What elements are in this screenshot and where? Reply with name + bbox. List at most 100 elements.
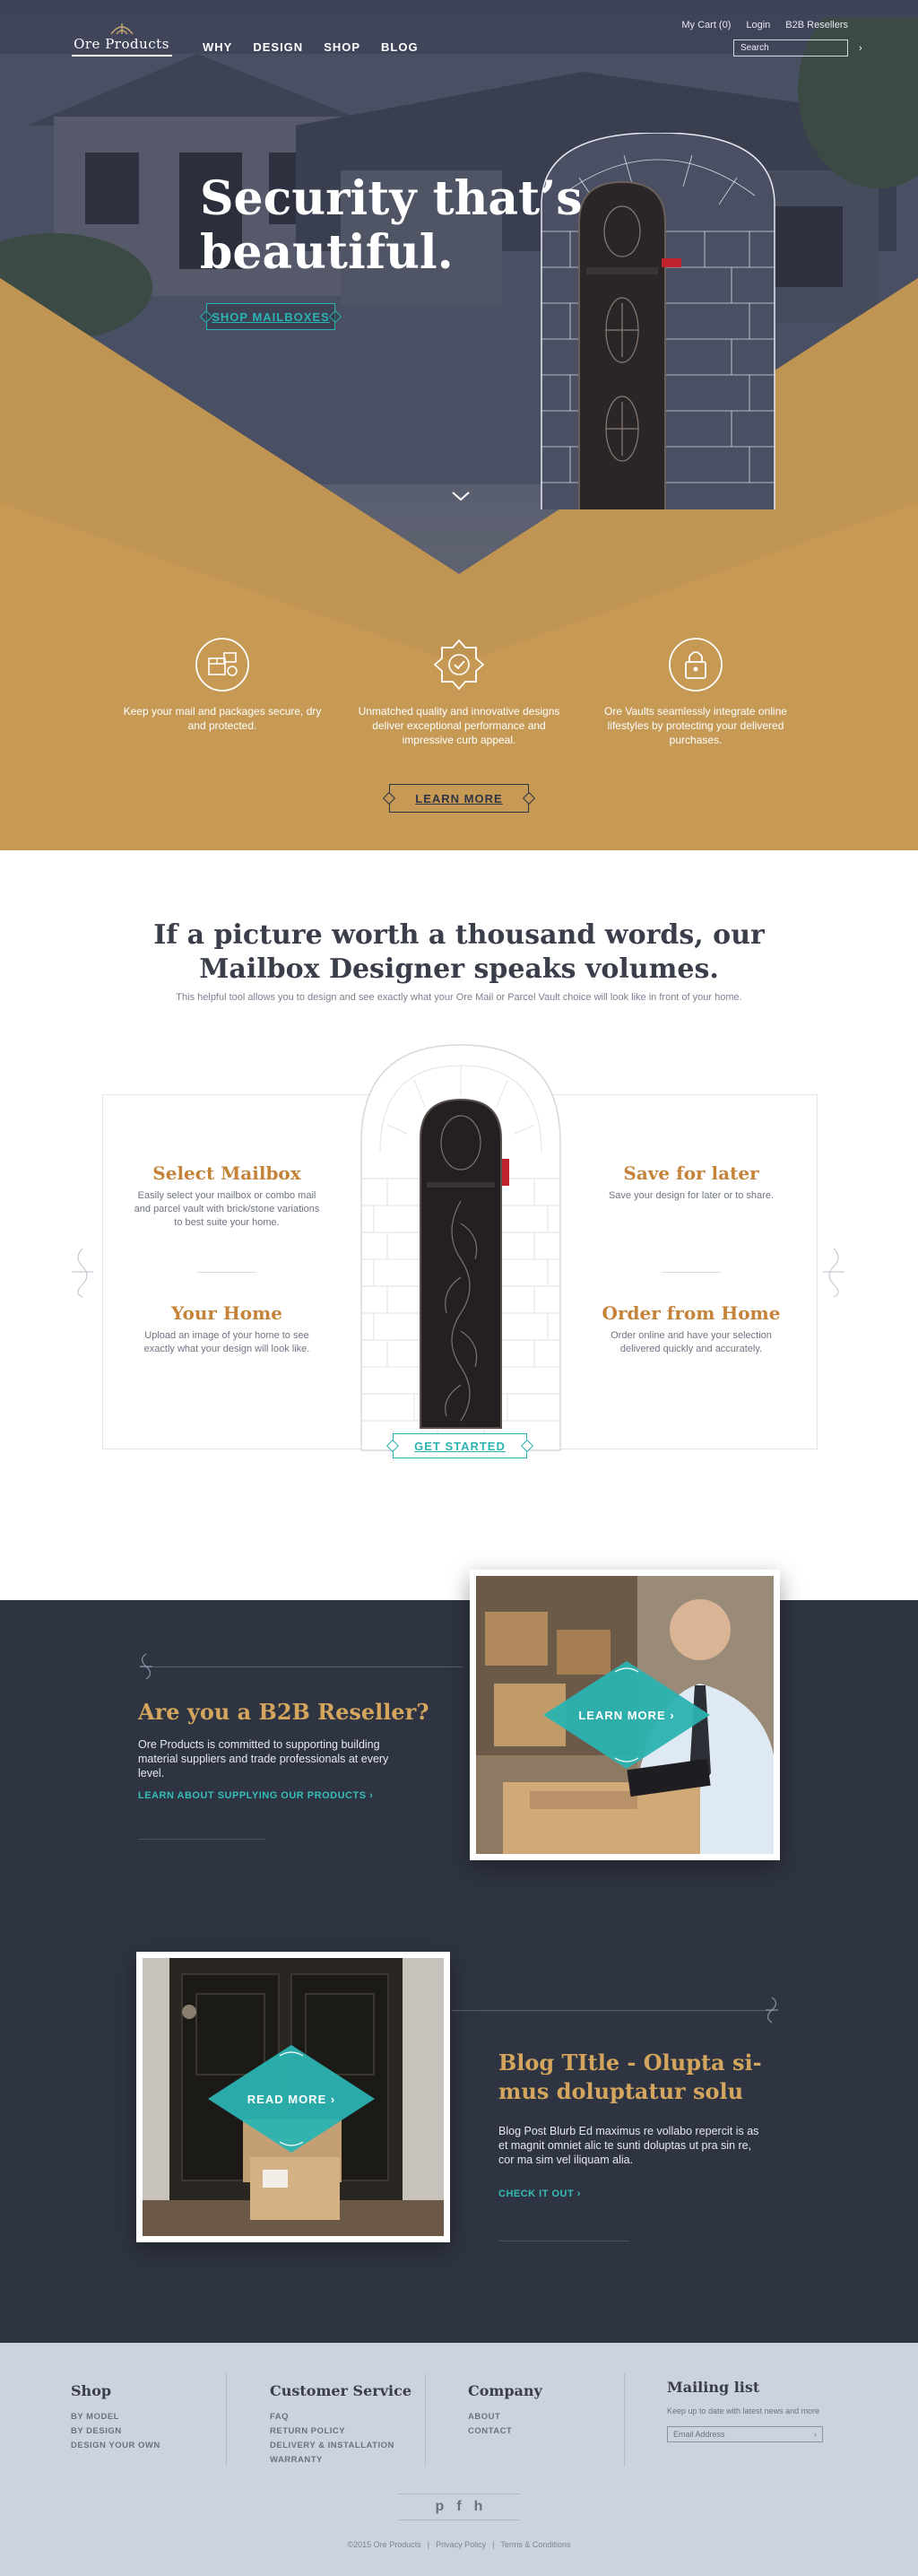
read-more-diamond[interactable]: READ MORE ›: [208, 2045, 375, 2153]
b2b-title: Are you a B2B Reseller?: [138, 1699, 429, 1725]
email-field[interactable]: [673, 2430, 814, 2439]
blog-top-rule: [452, 2010, 775, 2011]
blog-title-line2: mus doluptatur solu: [498, 2078, 744, 2104]
read-more-label: READ MORE ›: [247, 2092, 336, 2106]
footer-shop-title: Shop: [71, 2382, 112, 2399]
b2b-body: Ore Products is committed to supporting …: [138, 1738, 389, 1780]
nav-why[interactable]: WHY: [203, 40, 232, 54]
footer-mailing-column: Mailing list Keep up to date with latest…: [667, 2379, 823, 2442]
privacy-policy-link[interactable]: Privacy Policy: [436, 2540, 486, 2549]
mailbox-package-icon: [195, 638, 249, 692]
chevron-right-icon[interactable]: ›: [814, 2430, 817, 2439]
footer-service-column: Customer Service FAQ RETURN POLICY DELIV…: [270, 2382, 411, 2467]
utility-nav: My Cart (0) Login B2B Resellers: [681, 20, 848, 30]
footer-link[interactable]: BY DESIGN: [71, 2424, 160, 2439]
email-signup-box: ›: [667, 2426, 823, 2442]
houzz-icon[interactable]: h: [474, 2499, 483, 2515]
blog-title-line1: Blog TItle - Olupta si-: [498, 2049, 762, 2076]
learn-more-button[interactable]: LEARN MORE: [389, 784, 529, 813]
feature-text: Keep your mail and packages secure, dry …: [123, 705, 322, 732]
footer-divider: [226, 2373, 227, 2467]
mailing-list-subtitle: Keep up to date with latest news and mor…: [667, 2406, 820, 2415]
learn-more-diamond[interactable]: LEARN MORE ›: [543, 1661, 710, 1769]
chevron-down-icon[interactable]: [451, 490, 471, 502]
step-title: Select Mailbox: [152, 1162, 301, 1184]
footer-company-column: Company ABOUT CONTACT: [468, 2382, 542, 2439]
flourish-icon: [766, 1997, 778, 2023]
quality-badge-icon: [433, 639, 485, 691]
footer-link[interactable]: WARRANTY: [270, 2453, 411, 2467]
footer-link[interactable]: BY MODEL: [71, 2410, 160, 2424]
step-save-for-later: Save for later Save your design for late…: [597, 1162, 785, 1203]
footer-link[interactable]: RETURN POLICY: [270, 2424, 411, 2439]
step-title: Order from Home: [602, 1302, 781, 1324]
designer-title: If a picture worth a thousand words, our…: [0, 918, 918, 987]
logo-rule: [71, 55, 172, 57]
step-text: Save your design for later or to share.: [608, 1190, 775, 1201]
step-divider: [662, 1272, 721, 1273]
footer-link[interactable]: FAQ: [270, 2410, 411, 2424]
nav-design[interactable]: DESIGN: [253, 40, 303, 54]
scroll-ornament-icon: [72, 1248, 93, 1298]
blog-photo[interactable]: READ MORE ›: [136, 1952, 450, 2242]
footer-link[interactable]: CONTACT: [468, 2424, 542, 2439]
feature-text: Unmatched quality and innovative designs…: [358, 705, 560, 746]
step-title: Your Home: [170, 1302, 283, 1324]
get-started-button[interactable]: GET STARTED: [393, 1433, 527, 1458]
footer-shop-column: Shop BY MODEL BY DESIGN DESIGN YOUR OWN: [71, 2382, 160, 2453]
login-link[interactable]: Login: [746, 20, 770, 30]
feature-item: Keep your mail and packages secure, dry …: [117, 637, 328, 747]
b2b-bottom-rule: [138, 1839, 265, 1840]
step-divider: [197, 1272, 256, 1273]
supply-products-link[interactable]: LEARN ABOUT SUPPLYING OUR PRODUCTS ›: [138, 1790, 373, 1801]
reseller-photo[interactable]: LEARN MORE ›: [470, 1570, 780, 1860]
search-input[interactable]: [740, 43, 859, 53]
footer-link[interactable]: ABOUT: [468, 2410, 542, 2424]
brand-name: Ore Products: [74, 36, 169, 52]
mailbox-arch-illustration: [360, 1044, 561, 1451]
facebook-icon[interactable]: f: [456, 2499, 461, 2515]
section-spacer: [0, 1573, 918, 1600]
terms-link[interactable]: Terms & Conditions: [500, 2540, 570, 2549]
step-text: Upload an image of your home to see exac…: [143, 1330, 310, 1354]
footer-link[interactable]: DESIGN YOUR OWN: [71, 2439, 160, 2453]
b2b-resellers-link[interactable]: B2B Resellers: [785, 20, 848, 30]
lock-icon: [669, 638, 723, 692]
mailing-list-title: Mailing list: [667, 2379, 760, 2396]
footer-legal: ©2015 Ore Products | Privacy Policy | Terms …: [347, 2540, 571, 2549]
hero-section: Ore Products WHY DESIGN SHOP BLOG My Car…: [0, 0, 918, 850]
scroll-ornament-icon: [823, 1248, 844, 1298]
step-text: Easily select your mailbox or combo mail…: [134, 1190, 320, 1228]
social-links: p f h: [398, 2493, 520, 2520]
check-it-out-link[interactable]: CHECK IT OUT ›: [498, 2189, 581, 2199]
footer-divider: [624, 2373, 625, 2467]
crest-icon: [109, 23, 134, 35]
feature-item: Ore Vaults seamlessly integrate online l…: [590, 637, 801, 747]
footer-divider: [425, 2373, 426, 2467]
cart-link[interactable]: My Cart (0): [681, 20, 731, 30]
pinterest-icon[interactable]: p: [436, 2499, 445, 2515]
designer-title-line1: If a picture worth a thousand words, our: [153, 919, 765, 951]
nav-shop[interactable]: SHOP: [324, 40, 360, 54]
top-navigation: Ore Products WHY DESIGN SHOP BLOG My Car…: [0, 0, 918, 72]
blog-title: Blog TItle - Olupta si- mus doluptatur s…: [498, 2049, 767, 2106]
main-nav: WHY DESIGN SHOP BLOG: [203, 40, 419, 54]
flourish-icon: [140, 1653, 152, 1680]
hero-title: Security that’s beautiful.: [200, 172, 583, 280]
b2b-blog-section: Are you a B2B Reseller? Ore Products is …: [0, 1570, 918, 2343]
footer-link[interactable]: DELIVERY & INSTALLATION: [270, 2439, 411, 2453]
features-row: Keep your mail and packages secure, dry …: [0, 637, 918, 747]
feature-item: Unmatched quality and innovative designs…: [353, 637, 565, 747]
step-text: Order online and have your selection del…: [611, 1330, 772, 1354]
brand-logo[interactable]: Ore Products: [70, 23, 173, 68]
designer-title-line2: Mailbox Designer speaks volumes.: [199, 953, 719, 985]
feature-text: Ore Vaults seamlessly integrate online l…: [604, 705, 787, 746]
designer-subtitle: This helpful tool allows you to design a…: [176, 992, 742, 1003]
nav-blog[interactable]: BLOG: [381, 40, 419, 54]
chevron-right-icon[interactable]: ›: [859, 43, 862, 54]
footer-service-title: Customer Service: [270, 2382, 412, 2399]
hero-title-line1: Security that’s: [200, 171, 583, 226]
shop-mailboxes-button[interactable]: SHOP MAILBOXES: [206, 303, 335, 330]
search-box: ›: [733, 39, 862, 57]
mailbox-designer-section: If a picture worth a thousand words, our…: [0, 850, 918, 1600]
